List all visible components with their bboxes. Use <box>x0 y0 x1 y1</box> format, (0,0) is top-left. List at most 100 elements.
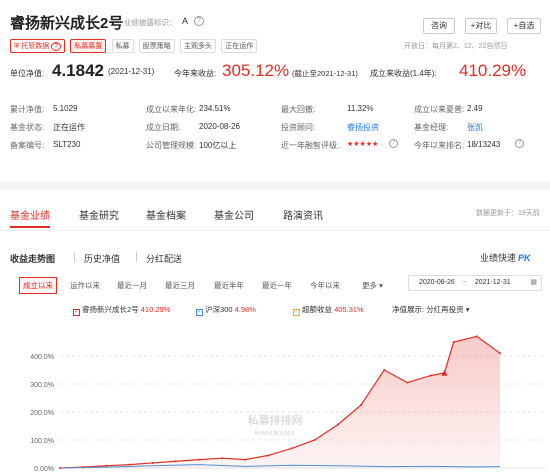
range-1m[interactable]: 最近一月 <box>117 280 147 291</box>
help-icon[interactable]: ? <box>389 139 398 148</box>
info-label: 成立日期: <box>146 123 181 132</box>
inception-label: 成立来收益(1.4年): <box>370 69 437 78</box>
tag-style: 主观多头 <box>180 39 216 53</box>
info-value: 18/13243 <box>467 140 501 149</box>
info-label: 基金经理: <box>414 123 449 132</box>
ytd-label: 今年来收益: <box>174 69 217 78</box>
tab-roadshow[interactable]: 路演资讯 <box>283 207 323 222</box>
data-point <box>429 374 432 377</box>
tab-archive[interactable]: 基金档案 <box>146 207 186 222</box>
info-value: SLT230 <box>53 140 81 149</box>
data-point <box>499 352 501 355</box>
y-tick-label: 400.0% <box>30 354 54 361</box>
section-divider <box>0 182 550 190</box>
info-value: 2020-08-26 <box>199 122 240 131</box>
info-label: 公司管理规模: <box>146 141 197 150</box>
legend-fund[interactable]: ✓ 睿扬新兴成长2号 410.29% <box>73 304 170 316</box>
inception-value: 410.29% <box>459 61 527 80</box>
info-label: 备案编号: <box>10 141 45 150</box>
info-label: 最大回撤: <box>281 105 316 114</box>
info-value: 正在运作 <box>53 123 85 132</box>
subtab-dividend[interactable]: 分红配送 <box>146 252 182 265</box>
range-more[interactable]: 更多 ▾ <box>362 280 383 291</box>
data-point <box>267 454 270 457</box>
subtab-separator <box>74 252 75 262</box>
data-point <box>128 463 131 466</box>
tab-research[interactable]: 基金研究 <box>79 207 119 222</box>
rating-label: 业绩披露标识： <box>124 18 177 27</box>
data-point <box>197 458 200 461</box>
rating-value: A <box>182 16 189 26</box>
y-tick-label: 200.0% <box>30 410 54 417</box>
subtab-separator <box>136 252 137 262</box>
tabs-underline <box>0 230 550 231</box>
info-label: 基金状态: <box>10 123 45 132</box>
data-point <box>221 457 224 460</box>
date-range-picker[interactable]: 2020-08-26 ~ 2021-12-31 ▦ <box>408 275 542 291</box>
date-to: 2021-12-31 <box>474 279 511 286</box>
data-point <box>290 447 293 450</box>
info-value: 11.32% <box>347 104 374 113</box>
tag-private: 私募募置 <box>70 39 107 53</box>
compare-button[interactable]: +对比 <box>465 18 497 34</box>
info-value: 5.1029 <box>53 104 78 113</box>
subtab-trend[interactable]: 收益走势图 <box>10 252 55 265</box>
tab-company[interactable]: 基金公司 <box>214 207 254 222</box>
checkbox-icon: ✓ <box>293 309 300 316</box>
nav-display-select[interactable]: 净值展示: 分红再投资 ▾ <box>392 304 470 315</box>
data-point <box>151 461 154 464</box>
range-since-inception[interactable]: 成立以来 <box>19 277 57 294</box>
data-point <box>475 335 478 338</box>
legend-excess[interactable]: ✓ 超额收益 405.31% <box>293 304 364 316</box>
info-label: 成立以来夏普: <box>414 105 465 114</box>
subtab-history-nav[interactable]: 历史净值 <box>84 252 120 265</box>
info-value: 234.51% <box>199 104 231 113</box>
range-3m[interactable]: 最近三月 <box>165 280 195 291</box>
fund-name: 睿扬新兴成长2号 <box>10 15 124 32</box>
nav-date: (2021-12-31) <box>108 67 155 76</box>
info-value: ★★★★★ <box>347 141 379 148</box>
y-tick-label: 300.0% <box>30 382 54 389</box>
watchlist-button[interactable]: +自选 <box>507 18 541 34</box>
data-point <box>174 460 177 463</box>
info-value[interactable]: 睿扬投资 <box>347 122 379 133</box>
update-note: 数据更新于：19天前 <box>476 210 540 217</box>
performance-chart: 0.00% 100.0% 200.0% 300.0% 400.0% 私募排排网 SIMU… <box>30 335 545 473</box>
data-point <box>336 423 339 426</box>
data-point <box>383 369 386 371</box>
help-icon[interactable]: ? <box>515 139 524 148</box>
range-1y[interactable]: 最近一年 <box>262 280 292 291</box>
data-point <box>82 466 85 469</box>
data-point <box>452 341 455 343</box>
y-tick-label: 100.0% <box>30 438 54 445</box>
nav-value: 4.1842 <box>52 61 104 80</box>
checkbox-icon: ✓ <box>196 309 203 316</box>
help-icon[interactable]: ? <box>194 16 204 26</box>
tag-list: ⛨ 托管数据 ? 私募募置 私募 股票策略 主观多头 正在运作 <box>10 39 260 53</box>
data-point <box>105 464 108 467</box>
tag-custody[interactable]: ⛨ 托管数据 ? <box>10 39 66 53</box>
range-6m[interactable]: 最近半年 <box>214 280 244 291</box>
checkbox-icon: ✓ <box>73 309 80 316</box>
tag-strategy: 股票策略 <box>138 39 175 53</box>
active-tab-indicator <box>10 226 50 228</box>
watermark: 私募排排网 <box>248 413 303 427</box>
tag-simu: 私募 <box>111 39 134 53</box>
ytd-value: 305.12% <box>222 61 290 80</box>
range-ytd[interactable]: 今年以来 <box>310 280 340 291</box>
y-tick-label: 0.00% <box>34 466 54 473</box>
nav-label: 单位净值: <box>10 69 45 78</box>
open-day: 开放日：每月第2、12、22自然日 <box>404 43 508 50</box>
tab-performance[interactable]: 基金业绩 <box>10 207 50 222</box>
info-value: 100亿以上 <box>199 141 237 150</box>
consult-button[interactable]: 咨询 <box>423 18 455 34</box>
calendar-icon: ▦ <box>530 279 537 286</box>
range-since-operation[interactable]: 运作以来 <box>70 280 100 291</box>
data-point <box>244 458 247 461</box>
info-label: 成立以来年化: <box>146 105 197 114</box>
info-label: 投资顾问: <box>281 123 316 132</box>
info-value[interactable]: 张凯 <box>467 122 483 133</box>
legend-bench[interactable]: ✓ 沪深300 4.98% <box>196 304 256 316</box>
data-point <box>313 439 316 441</box>
pk-button[interactable]: 业绩快速 PK <box>480 251 531 264</box>
